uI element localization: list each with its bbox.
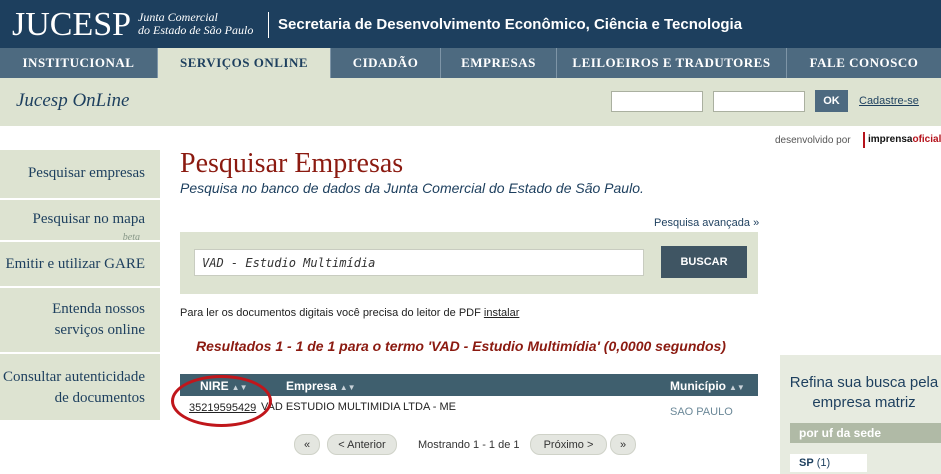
nav-item-empresas[interactable]: EMPRESAS <box>441 48 557 78</box>
uf-section-header: por uf da sede <box>790 423 941 443</box>
sidebar-item-label: serviços online <box>54 322 145 338</box>
oficial-logo-word: oficial <box>912 134 941 145</box>
previous-page-button[interactable]: < Anterior <box>327 434 397 455</box>
jucesp-online-title: Jucesp OnLine <box>16 90 130 111</box>
imprensa-oficial-logo[interactable]: imprensaoficial <box>863 132 941 148</box>
login-user-input[interactable] <box>611 91 703 112</box>
uf-count: (1) <box>816 457 831 469</box>
search-input[interactable]: VAD - Estudio Multimídia <box>194 249 644 276</box>
column-label: Empresa <box>286 379 337 393</box>
empresa-name: VAD ESTUDIO MULTIMIDIA LTDA - ME <box>261 401 456 413</box>
logo-subtitle: Junta Comercial do Estado de São Paulo <box>138 11 253 37</box>
nav-item-institucional[interactable]: INSTITUCIONAL <box>0 48 158 78</box>
cadastre-se-link[interactable]: Cadastre-se <box>859 95 919 107</box>
sidebar-item-label: Entenda nossos <box>52 301 145 317</box>
imprensa-logo-word: imprensa <box>868 134 913 145</box>
column-label: Município <box>670 379 726 393</box>
sidebar-item-pesquisar-empresas[interactable]: Pesquisar empresas <box>0 150 160 198</box>
sidebar-item-label: Consultar autenticidade <box>2 369 145 385</box>
sort-icon[interactable]: ▲▼ <box>729 383 745 392</box>
login-ok-button[interactable]: OK <box>815 90 848 112</box>
developed-by-text: desenvolvido por <box>775 135 851 146</box>
results-summary: Resultados 1 - 1 de 1 para o termo 'VAD … <box>196 338 726 354</box>
logo-subtitle-line-2: do Estado de São Paulo <box>138 23 254 37</box>
install-pdf-link[interactable]: instalar <box>484 307 519 319</box>
main-nav: INSTITUCIONAL SERVIÇOS ONLINE CIDADÃO EM… <box>0 48 941 78</box>
sidebar-item-consultar-autenticidade[interactable]: Consultar autenticidade de documentos <box>0 354 160 420</box>
sidebar-item-label: Pesquisar no mapa <box>32 211 145 227</box>
buscar-button[interactable]: BUSCAR <box>661 246 747 278</box>
sidebar-item-label: Emitir e utilizar GARE <box>5 256 145 272</box>
sort-icon[interactable]: ▲▼ <box>340 383 356 392</box>
nav-item-leiloeiros[interactable]: LEILOEIROS E TRADUTORES <box>557 48 787 78</box>
uf-filter-sp[interactable]: SP (1) <box>790 454 867 472</box>
refine-title-line-1: Refina sua busca pela <box>789 374 939 391</box>
refine-title-line-2: empresa matriz <box>812 394 916 411</box>
login-password-input[interactable] <box>713 91 805 112</box>
pdf-note-text: Para ler os documentos digitais você pre… <box>180 307 481 319</box>
uf-code: SP <box>799 457 814 469</box>
page-title: Pesquisar Empresas <box>180 148 404 179</box>
pagination-status: Mostrando 1 - 1 de 1 <box>418 439 520 451</box>
nav-item-servicos-online[interactable]: SERVIÇOS ONLINE <box>158 48 331 78</box>
sidebar: Pesquisar empresas Pesquisar no mapa bet… <box>0 150 160 420</box>
jucesp-logo[interactable]: JUCESP <box>12 6 131 44</box>
page-subtitle: Pesquisa no banco de dados da Junta Come… <box>180 180 644 196</box>
sidebar-item-emitir-gare[interactable]: Emitir e utilizar GARE <box>0 242 160 286</box>
sidebar-item-entenda-servicos[interactable]: Entenda nossos serviços online <box>0 288 160 352</box>
sidebar-item-label: de documentos <box>54 390 145 406</box>
nav-item-cidadao[interactable]: CIDADÃO <box>331 48 441 78</box>
first-page-button[interactable]: « <box>294 434 320 455</box>
highlight-circle <box>171 375 272 427</box>
column-header-municipio[interactable]: Município ▲▼ <box>670 374 745 396</box>
secretaria-title: Secretaria de Desenvolvimento Econômico,… <box>278 16 743 33</box>
header-divider <box>268 12 269 38</box>
sidebar-item-label: Pesquisar empresas <box>27 165 145 181</box>
last-page-button[interactable]: » <box>610 434 636 455</box>
pdf-note: Para ler os documentos digitais você pre… <box>180 307 519 319</box>
nav-item-fale-conosco[interactable]: FALE CONOSCO <box>787 48 941 78</box>
advanced-search-link[interactable]: Pesquisa avançada » <box>654 217 759 229</box>
municipio-value: SAO PAULO <box>670 406 733 418</box>
refine-title: Refina sua busca pela empresa matriz <box>780 373 941 413</box>
next-page-button[interactable]: Próximo > <box>530 434 607 455</box>
sidebar-item-pesquisar-mapa[interactable]: Pesquisar no mapa beta <box>0 200 160 243</box>
column-header-empresa[interactable]: Empresa ▲▼ <box>286 374 356 396</box>
